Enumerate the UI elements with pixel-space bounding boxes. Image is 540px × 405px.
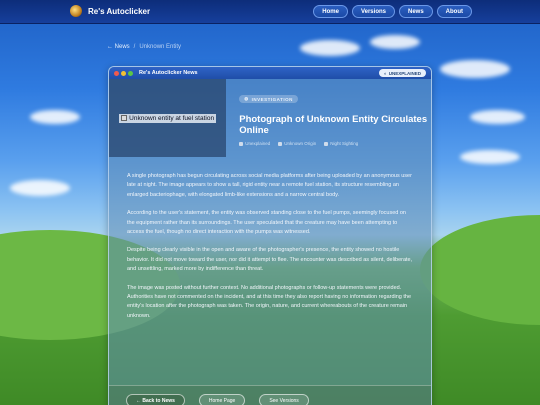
see-versions-button[interactable]: See Versions (259, 394, 309, 405)
article-body: A single photograph has begun circulatin… (109, 157, 431, 321)
article-image: Unknown entity at fuel station (109, 79, 227, 157)
window-titlebar: Re's Autoclicker News ◐ UNEXPLAINED (109, 67, 431, 79)
meta-item: Unknown Origin (278, 141, 316, 146)
main-nav: Home Versions News About (313, 5, 472, 18)
article-paragraph: Despite being clearly visible in the ope… (127, 247, 413, 273)
back-to-news-button[interactable]: ← Back to News (126, 394, 185, 405)
article-paragraph: According to the user's statement, the e… (127, 210, 406, 236)
headline-block: ◍ INVESTIGATION Photograph of Unknown En… (226, 79, 431, 157)
meta-item: Unexplained (239, 141, 270, 146)
breadcrumb-separator: / (133, 44, 136, 50)
article-meta: Unexplained Unknown Origin Night Sightin… (239, 141, 431, 146)
brand[interactable]: Re's Autoclicker (70, 5, 150, 17)
maximize-dot-icon[interactable] (128, 70, 133, 76)
article-paragraph: The image was posted without further con… (127, 284, 412, 319)
moon-icon (324, 141, 329, 146)
meta-label: Unknown Origin (284, 141, 317, 146)
status-badge-label: UNEXPLAINED (388, 70, 421, 76)
article-paragraph: A single photograph has begun circulatin… (127, 173, 412, 198)
broken-image-icon (121, 115, 128, 121)
brand-name: Re's Autoclicker (88, 6, 151, 16)
nav-news[interactable]: News (398, 5, 433, 18)
minimize-dot-icon[interactable] (121, 70, 126, 76)
image-alt-label: Unknown entity at fuel station (129, 114, 215, 122)
article-window: Re's Autoclicker News ◐ UNEXPLAINED Unkn… (108, 66, 432, 405)
breadcrumb-current: Unknown Entity (139, 44, 182, 50)
globe-icon (278, 141, 283, 146)
nav-home[interactable]: Home (313, 5, 348, 18)
meta-label: Unexplained (245, 141, 271, 146)
nav-about[interactable]: About (436, 5, 472, 18)
meta-item: Night Sighting (324, 141, 358, 146)
logo-icon (70, 5, 82, 17)
eye-icon: ◐ (384, 70, 387, 76)
search-icon: ◍ (244, 96, 249, 101)
nav-versions[interactable]: Versions (351, 5, 395, 18)
category-tag-label: INVESTIGATION (251, 96, 293, 102)
breadcrumb: ← News / Unknown Entity (107, 44, 181, 50)
article-footer: ← Back to News Home Page See Versions (109, 385, 431, 405)
folder-icon (239, 141, 244, 146)
close-dot-icon[interactable] (114, 70, 119, 76)
article-headline: Photograph of Unknown Entity Circulates … (239, 114, 428, 136)
top-bar: Re's Autoclicker Home Versions News Abou… (0, 0, 540, 24)
article-header: Unknown entity at fuel station ◍ INVESTI… (109, 79, 431, 157)
category-tag: ◍ INVESTIGATION (239, 95, 298, 103)
status-badge: ◐ UNEXPLAINED (379, 69, 426, 77)
home-page-button[interactable]: Home Page (198, 394, 246, 405)
meta-label: Night Sighting (330, 141, 359, 146)
breadcrumb-back-link[interactable]: ← News (107, 44, 130, 50)
window-title: Re's Autoclicker News (139, 70, 198, 76)
image-alt-text: Unknown entity at fuel station (119, 113, 217, 123)
